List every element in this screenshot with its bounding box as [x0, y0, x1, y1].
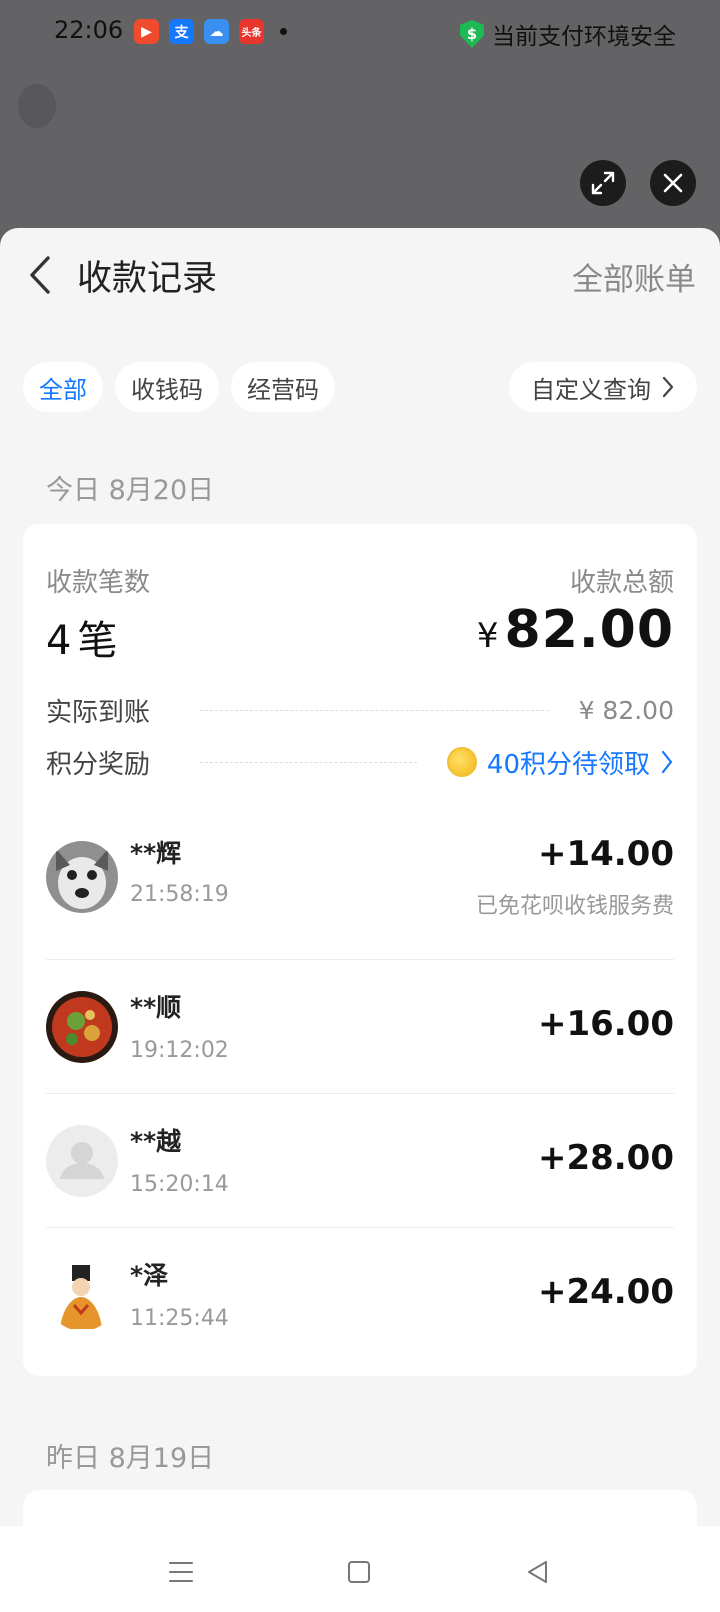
today-summary-card: 收款笔数 收款总额 4 笔 ¥ 82.00 实际到账 ¥ 82.00 积分奖励 …: [23, 524, 697, 1376]
close-icon: [663, 173, 683, 193]
dashed-divider: [200, 709, 549, 711]
transaction-amount: +28.00: [537, 1138, 674, 1178]
transaction-row[interactable]: *泽 11:25:44 +24.00: [46, 1228, 674, 1362]
transaction-row[interactable]: **越 15:20:14 +28.00: [46, 1094, 674, 1228]
transaction-time: 11:25:44: [130, 1306, 229, 1331]
weather-app-icon: ☁: [204, 19, 229, 44]
date-header-yesterday: 昨日 8月19日: [46, 1443, 215, 1474]
avatar: [46, 1259, 118, 1331]
custom-query-label: 自定义查询: [531, 375, 651, 404]
page-title: 收款记录: [77, 259, 218, 299]
background-avatar: [18, 84, 56, 128]
security-status-text: 当前支付环境安全: [492, 24, 676, 50]
shield-icon: $: [460, 20, 484, 48]
payer-name: **顺: [130, 993, 182, 1022]
menu-icon: [169, 1562, 193, 1582]
notification-icons: ▶ 支 ☁ 头条: [134, 19, 287, 44]
count-number: 4: [46, 618, 72, 664]
expand-icon: [591, 171, 615, 195]
currency-symbol: ¥: [476, 616, 499, 656]
dashed-divider: [200, 761, 417, 763]
filter-qr-code-chip[interactable]: 收钱码: [115, 362, 219, 412]
filter-all-chip[interactable]: 全部: [23, 362, 103, 412]
count-label: 收款笔数: [46, 568, 151, 598]
avatar: [46, 991, 118, 1063]
received-row: 实际到账 ¥ 82.00: [46, 690, 674, 730]
received-label: 实际到账: [46, 697, 151, 728]
total-amount: ¥ 82.00: [477, 600, 674, 660]
more-notifications-dot-icon: [280, 28, 287, 35]
page-header: 收款记录 全部账单: [0, 228, 720, 324]
points-label: 积分奖励: [46, 749, 151, 780]
food-dish-avatar-icon: [46, 991, 118, 1063]
points-row: 积分奖励 40积分待领取: [46, 742, 674, 782]
received-value: ¥ 82.00: [578, 695, 674, 725]
square-home-icon: [348, 1561, 370, 1583]
video-app-icon: ▶: [134, 19, 159, 44]
avatar: [46, 1125, 118, 1197]
triangle-back-icon: [528, 1561, 547, 1583]
close-button[interactable]: [650, 160, 696, 206]
cartoon-figure-avatar-icon: [46, 1259, 118, 1331]
home-button[interactable]: [341, 1554, 377, 1590]
claim-points-link[interactable]: 40积分待领取: [446, 744, 674, 781]
husky-avatar-icon: [46, 841, 118, 913]
transaction-time: 15:20:14: [130, 1172, 229, 1197]
transaction-amount: +14.00: [537, 834, 674, 874]
transaction-time: 19:12:02: [130, 1038, 229, 1063]
avatar: [46, 841, 118, 913]
chevron-right-icon: [661, 750, 673, 774]
transaction-row[interactable]: **辉 21:58:19 +14.00 已免花呗收钱服务费: [46, 804, 674, 960]
payer-name: **越: [130, 1127, 182, 1156]
status-time: 22:06: [54, 16, 124, 44]
transaction-amount: +24.00: [537, 1272, 674, 1312]
alipay-app-icon: 支: [169, 19, 194, 44]
filter-bar: 全部 收钱码 经营码 自定义查询: [23, 362, 697, 412]
payer-name: *泽: [130, 1261, 169, 1290]
fee-waived-note: 已免花呗收钱服务费: [475, 894, 674, 919]
toutiao-app-icon: 头条: [239, 19, 264, 44]
chevron-right-icon: [662, 376, 674, 398]
system-navigation-bar: [0, 1526, 720, 1612]
transaction-amount: +16.00: [537, 1004, 674, 1044]
date-header-today: 今日 8月20日: [46, 475, 215, 506]
count-value: 4 笔: [46, 608, 117, 666]
count-unit: 笔: [77, 618, 118, 664]
coin-icon: [446, 747, 477, 777]
payment-security-indicator: $ 当前支付环境安全: [460, 17, 676, 51]
filter-business-code-chip[interactable]: 经营码: [231, 362, 335, 412]
expand-button[interactable]: [580, 160, 626, 206]
status-bar: 22:06 ▶ 支 ☁ 头条 $ 当前支付环境安全: [0, 0, 720, 66]
total-label: 收款总额: [569, 568, 674, 598]
all-bills-link[interactable]: 全部账单: [572, 254, 696, 299]
transaction-time: 21:58:19: [130, 882, 229, 907]
points-value: 40积分待领取: [486, 749, 650, 780]
collection-records-sheet: 收款记录 全部账单 全部 收钱码 经营码 自定义查询 今日 8月20日 收款笔数…: [0, 228, 720, 1612]
transaction-row[interactable]: **顺 19:12:02 +16.00: [46, 960, 674, 1094]
payer-name: **辉: [130, 839, 182, 868]
total-value: 82.00: [504, 600, 674, 660]
custom-query-button[interactable]: 自定义查询: [509, 362, 697, 412]
back-nav-button[interactable]: [520, 1554, 556, 1590]
recent-apps-button[interactable]: [163, 1554, 199, 1590]
default-user-icon: [46, 1125, 118, 1197]
chevron-left-icon: [30, 256, 50, 294]
back-button[interactable]: [22, 252, 58, 298]
